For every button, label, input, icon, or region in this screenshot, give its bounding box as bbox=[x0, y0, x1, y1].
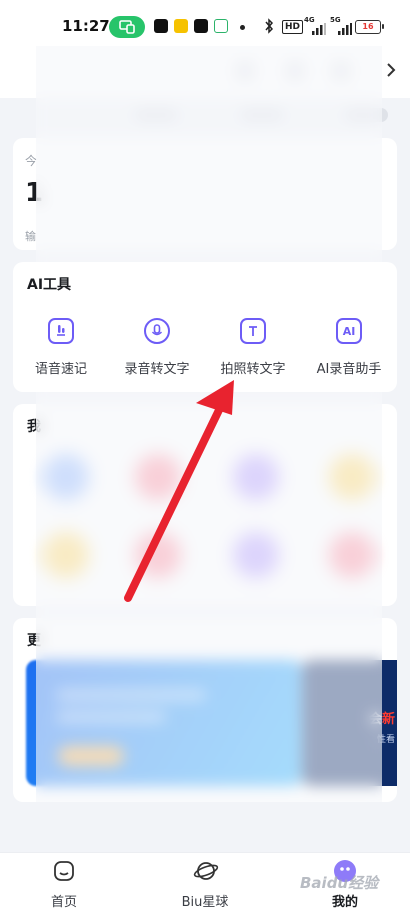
tool-ai-recording-assistant[interactable]: AI AI录音助手 bbox=[301, 318, 397, 382]
my-section-card: 我 bbox=[13, 404, 397, 606]
banner-cta-button[interactable] bbox=[58, 746, 124, 766]
status-time: 11:27 bbox=[62, 17, 110, 35]
bluetooth-icon bbox=[264, 18, 274, 38]
promo-banner[interactable] bbox=[26, 660, 302, 786]
record-icon bbox=[144, 318, 170, 344]
app-notification-icon bbox=[214, 19, 228, 33]
tool-label: AI录音助手 bbox=[316, 362, 382, 377]
signal-icon bbox=[312, 20, 326, 39]
banner-text-line bbox=[56, 712, 166, 722]
banner2-subtitle: 性看 bbox=[376, 735, 395, 745]
ai-tools-title: AI工具 bbox=[27, 277, 72, 293]
hd-icon: HD bbox=[282, 20, 304, 34]
nav-label: 我的 bbox=[331, 895, 358, 910]
chevron-right-icon[interactable] bbox=[386, 62, 396, 82]
tab-item[interactable] bbox=[240, 108, 284, 122]
home-icon bbox=[52, 859, 76, 883]
feature-item[interactable] bbox=[135, 532, 181, 578]
more-section-card: 更 会新 性看 bbox=[13, 618, 397, 802]
stats-subtext: 输 bbox=[25, 230, 36, 243]
more-section-title: 更 bbox=[27, 633, 41, 649]
feature-item[interactable] bbox=[233, 532, 279, 578]
nav-label: Biu星球 bbox=[181, 895, 229, 910]
stats-card[interactable]: 今 1 输 bbox=[13, 138, 397, 250]
nav-label: 首页 bbox=[50, 895, 77, 910]
signal-icon bbox=[338, 20, 352, 39]
mic-icon bbox=[48, 318, 74, 344]
tool-label: 拍照转文字 bbox=[220, 362, 286, 377]
header-action-icon[interactable] bbox=[234, 60, 256, 82]
feature-item[interactable] bbox=[329, 454, 375, 500]
promo-banner-secondary[interactable]: 会新 性看 bbox=[302, 660, 397, 786]
watermark-text: Baidu经验 bbox=[300, 874, 379, 892]
battery-icon: 16 bbox=[355, 20, 384, 34]
status-bar: 11:27 HD 4G 5G 16 bbox=[0, 0, 410, 46]
screen-cast-icon[interactable] bbox=[109, 16, 145, 38]
my-section-title: 我 bbox=[27, 419, 41, 435]
nav-home[interactable]: 首页 bbox=[19, 859, 109, 910]
more-notifications-dot bbox=[240, 25, 245, 30]
ai-tools-card: AI工具 语音速记 录音转文字 拍照转文字 AI AI录音助手 bbox=[13, 262, 397, 392]
stats-value: 1 bbox=[25, 178, 44, 208]
photo-text-icon bbox=[240, 318, 266, 344]
feature-item[interactable] bbox=[43, 532, 89, 578]
stats-label: 今 bbox=[25, 154, 38, 168]
tab-item[interactable] bbox=[134, 108, 178, 122]
tool-voice-memo[interactable]: 语音速记 bbox=[13, 318, 109, 382]
planet-icon bbox=[193, 859, 219, 883]
banner2-title: 会新 bbox=[368, 712, 395, 727]
tab-item[interactable] bbox=[344, 108, 388, 122]
feature-item[interactable] bbox=[135, 454, 181, 500]
header-action-icon[interactable] bbox=[330, 60, 352, 82]
feature-item[interactable] bbox=[233, 454, 279, 500]
app-notification-icon bbox=[154, 19, 168, 33]
feature-item[interactable] bbox=[329, 532, 375, 578]
top-header bbox=[0, 46, 410, 98]
banner-text-line bbox=[56, 690, 206, 700]
tool-photo-to-text[interactable]: 拍照转文字 bbox=[205, 318, 301, 382]
tool-recording-to-text[interactable]: 录音转文字 bbox=[109, 318, 205, 382]
header-action-icon[interactable] bbox=[284, 60, 306, 82]
tool-label: 录音转文字 bbox=[124, 362, 190, 377]
tool-label: 语音速记 bbox=[34, 362, 87, 377]
feature-item[interactable] bbox=[43, 454, 89, 500]
ai-icon: AI bbox=[336, 318, 362, 344]
app-notification-icon bbox=[194, 19, 208, 33]
nav-biu-planet[interactable]: Biu星球 bbox=[160, 859, 250, 910]
app-notification-icon bbox=[174, 19, 188, 33]
tabs-row bbox=[0, 98, 410, 132]
